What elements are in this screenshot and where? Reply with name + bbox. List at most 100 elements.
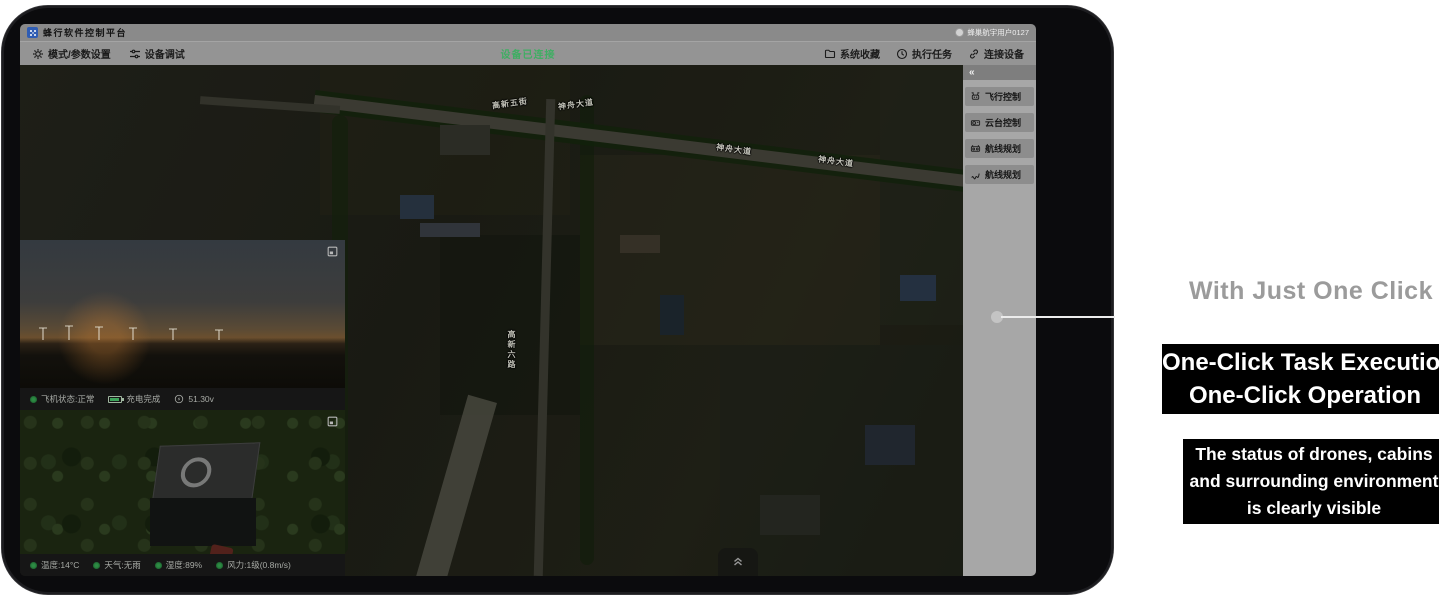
marketing-headline: With Just One Click	[1189, 277, 1433, 306]
weather-state: 天气:无雨	[93, 559, 140, 571]
wind-state: 风力:1级(0.8m/s)	[216, 559, 291, 571]
map-building	[620, 235, 660, 253]
sliders-icon	[129, 48, 141, 60]
status-dot-icon	[30, 396, 37, 403]
mode-settings-label: 模式/参数设置	[48, 46, 111, 61]
voltage-label: 51.30v	[188, 394, 214, 404]
map-road-label: 神舟大道	[557, 97, 594, 113]
tablet-device: 蜂行软件控制平台 蜂巢航宇用户0127 模式/参数设置 设备调试	[2, 6, 1113, 594]
temperature-label: 温度:14°C	[41, 559, 79, 571]
system-favorites-button[interactable]: 系统收藏	[824, 46, 880, 61]
pip-swap-icon[interactable]	[326, 415, 339, 428]
nest-video-panel[interactable]: 温度:14°C 天气:无雨 湿度:89% 风力:1级(0.8m/s)	[20, 410, 345, 576]
toolbar-right-group: 系统收藏 执行任务 连接设备	[824, 46, 1024, 61]
route-icon	[970, 169, 981, 180]
map-road-light	[413, 395, 497, 576]
battery-icon	[108, 396, 122, 403]
aircraft-state-label: 飞机状态:正常	[41, 393, 94, 405]
user-name: 蜂巢航宇用户0127	[967, 27, 1029, 38]
clock-icon	[896, 48, 908, 60]
sidebar-item-label: 航线规划	[985, 142, 1021, 155]
status-dot-icon	[93, 562, 100, 569]
mode-settings-button[interactable]: 模式/参数设置	[32, 46, 111, 61]
execute-task-label: 执行任务	[912, 46, 952, 61]
drone-video-panel[interactable]: 飞机状态:正常 充电完成 51.30v	[20, 240, 345, 410]
map-tree-row	[580, 95, 594, 565]
map-road-label: 高新五街	[491, 96, 528, 112]
marketing-secondary-line3: is clearly visible	[1183, 495, 1439, 522]
user-avatar	[955, 28, 964, 37]
pip-swap-icon[interactable]	[326, 245, 339, 258]
map-road-vertical	[534, 99, 555, 576]
map-terrain-patch	[720, 345, 980, 576]
window-titlebar: 蜂行软件控制平台 蜂巢航宇用户0127	[20, 24, 1036, 41]
nest-camera-feed	[20, 410, 345, 554]
sidebar-collapse-button[interactable]: «	[963, 65, 1036, 80]
drawer-handle[interactable]	[718, 548, 758, 576]
app-screen: 蜂行软件控制平台 蜂巢航宇用户0127 模式/参数设置 设备调试	[20, 24, 1036, 576]
charge-label: 充电完成	[126, 393, 160, 405]
window-title: 蜂行软件控制平台	[43, 26, 127, 39]
map-building	[420, 223, 480, 237]
map-road-horizontal	[200, 96, 340, 114]
wind-turbine	[98, 327, 100, 340]
marketing-primary-box: One-Click Task Execution One-Click Opera…	[1162, 344, 1439, 414]
gimbal-icon	[970, 117, 981, 128]
map-road-diagonal	[314, 95, 1030, 195]
marketing-secondary-line1: The status of drones, cabins	[1183, 441, 1439, 468]
voltage-icon	[174, 394, 184, 404]
sidebar-item-label: 航线规划	[985, 168, 1021, 181]
map-building	[760, 495, 820, 535]
weather-status-bar: 温度:14°C 天气:无雨 湿度:89% 风力:1级(0.8m/s)	[20, 554, 345, 576]
wind-turbine	[42, 328, 44, 340]
wind-turbine	[132, 328, 134, 340]
drone-camera-feed	[20, 240, 345, 388]
promo-canvas: 蜂行软件控制平台 蜂巢航宇用户0127 模式/参数设置 设备调试	[0, 0, 1439, 597]
sidebar-item-route-planning-1[interactable]: 航线规划	[965, 139, 1034, 158]
map-road-label: 神舟大道	[715, 142, 752, 158]
user-badge[interactable]: 蜂巢航宇用户0127	[955, 27, 1029, 38]
link-icon	[968, 48, 980, 60]
aircraft-state: 飞机状态:正常	[30, 393, 94, 405]
device-debug-button[interactable]: 设备调试	[129, 46, 185, 61]
marketing-primary-line2: One-Click Operation	[1162, 379, 1439, 412]
status-dot-icon	[155, 562, 162, 569]
nest-top-face	[152, 442, 261, 503]
wind-turbine	[218, 330, 220, 340]
drone-status-bar: 飞机状态:正常 充电完成 51.30v	[20, 388, 345, 410]
nest-front-face	[150, 498, 256, 546]
app-logo-icon	[27, 27, 38, 38]
connection-status: 设备已连接	[501, 46, 556, 61]
collapse-chevron-icon: «	[969, 67, 975, 78]
sidebar-item-gimbal-control[interactable]: 云台控制	[965, 113, 1034, 132]
execute-task-button[interactable]: 执行任务	[896, 46, 952, 61]
marketing-secondary-box: The status of drones, cabins and surroun…	[1183, 439, 1439, 524]
device-debug-label: 设备调试	[145, 46, 185, 61]
callout-line	[1001, 316, 1115, 318]
map-terrain-patch	[320, 65, 570, 215]
map-building	[865, 425, 915, 465]
controller-icon	[970, 143, 981, 154]
wind-turbine	[172, 329, 174, 340]
map-building	[440, 125, 490, 155]
drone-nest-box	[148, 444, 262, 548]
map-building	[660, 295, 684, 335]
wind-label: 风力:1级(0.8m/s)	[227, 559, 291, 571]
status-dot-icon	[216, 562, 223, 569]
voltage-state: 51.30v	[174, 394, 214, 404]
drone-icon	[970, 91, 981, 102]
status-dot-icon	[30, 562, 37, 569]
charge-state: 充电完成	[108, 393, 160, 405]
nest-logo-ring	[179, 457, 213, 488]
marketing-secondary-line2: and surrounding environment	[1183, 468, 1439, 495]
map-terrain-patch	[580, 155, 880, 345]
system-favorites-label: 系统收藏	[840, 46, 880, 61]
main-toolbar: 模式/参数设置 设备调试 设备已连接 系统收藏 执行任务	[20, 41, 1036, 65]
humidity-label: 湿度:89%	[166, 559, 202, 571]
wind-turbine	[68, 326, 70, 340]
sidebar-item-flight-control[interactable]: 飞行控制	[965, 87, 1034, 106]
sidebar-item-route-planning-2[interactable]: 航线规划	[965, 165, 1034, 184]
connect-device-button[interactable]: 连接设备	[968, 46, 1024, 61]
chevrons-up-icon	[730, 555, 746, 569]
marketing-primary-line1: One-Click Task Execution	[1162, 346, 1439, 379]
